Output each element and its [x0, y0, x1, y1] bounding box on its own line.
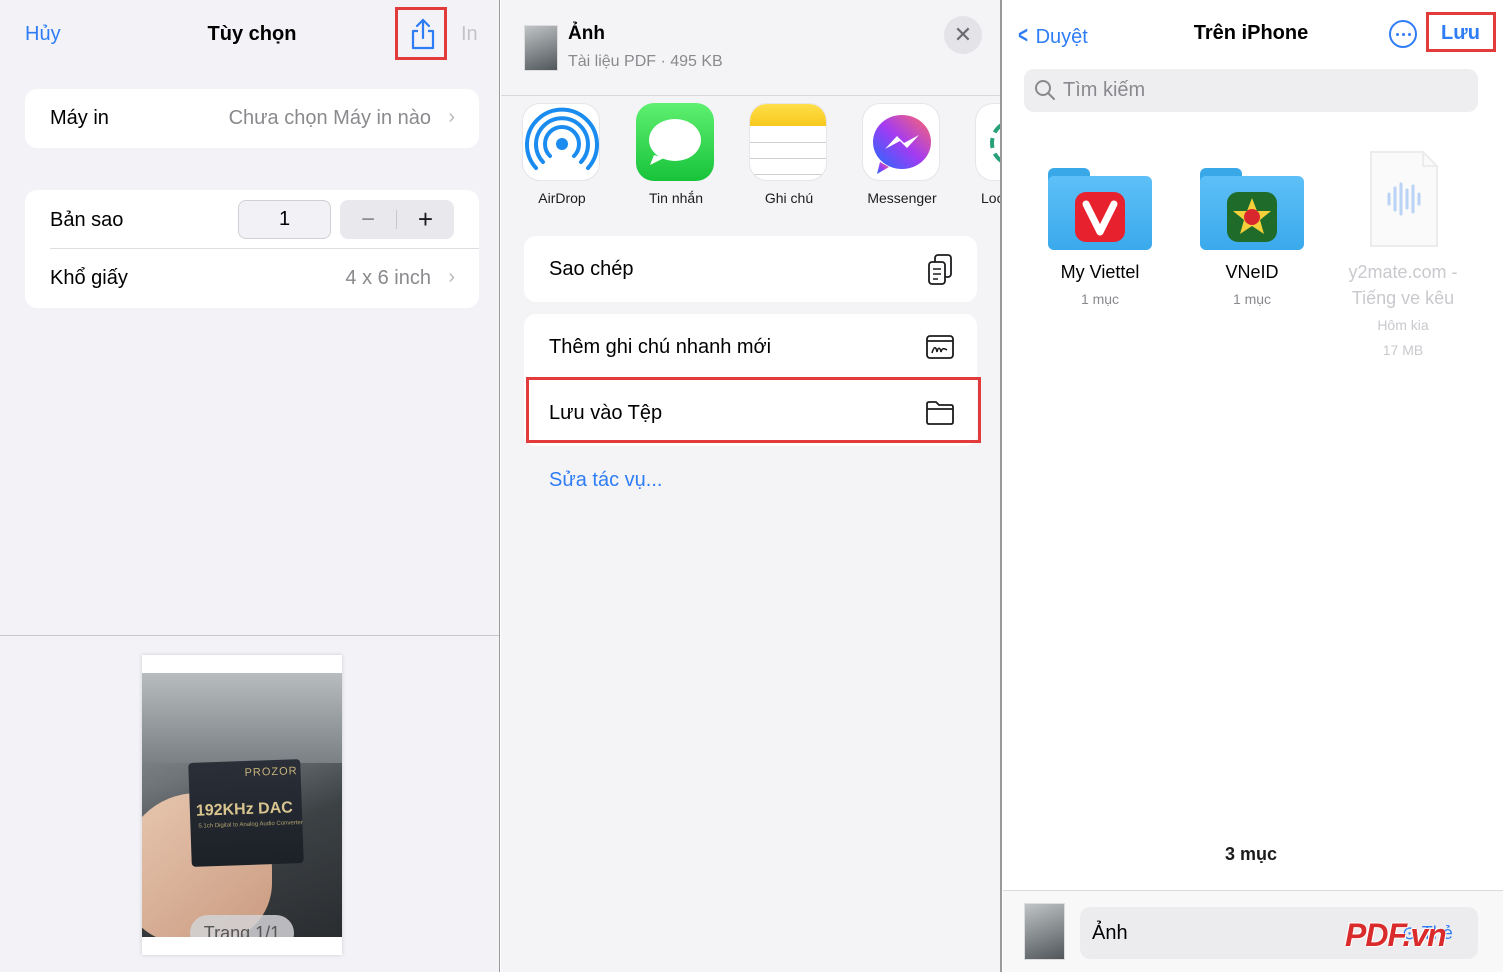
copies-field[interactable]: 1 [238, 200, 331, 239]
app-partial[interactable]: Loc [975, 103, 1000, 206]
search-input[interactable]: Tìm kiếm [1024, 69, 1478, 112]
save-button[interactable]: Lưu [1441, 22, 1480, 45]
divider [50, 248, 479, 249]
printer-row[interactable]: Máy in Chưa chọn Máy in nào › [25, 89, 479, 148]
item-count: 1 mục [1080, 291, 1120, 307]
app-notes[interactable]: Ghi chú [749, 103, 829, 206]
audio-file-item [1367, 148, 1441, 250]
paper-value[interactable]: 4 x 6 inch [345, 267, 431, 290]
photo-background [142, 673, 342, 763]
header-divider [501, 95, 1000, 96]
share-sheet-panel: Ảnh Tài liệu PDF · 495 KB ✕ AirDrop Tin … [501, 0, 1002, 972]
device-brand: PROZOR [244, 765, 298, 780]
edit-actions-link[interactable]: Sửa tác vụ... [549, 469, 662, 492]
notes-line [750, 174, 826, 175]
folder-icon [925, 400, 955, 430]
action-label[interactable]: Thêm ghi chú nhanh mới [549, 336, 771, 359]
printer-value: Chưa chọn Máy in nào [228, 107, 431, 129]
files-panel: < Duyệt Trên iPhone Lưu Tìm kiếm My Viet… [1003, 0, 1503, 972]
close-button[interactable]: ✕ [944, 16, 982, 54]
close-icon: ✕ [953, 22, 973, 47]
copies-stepper: − + [340, 200, 454, 239]
app-label: Tin nhắn [649, 190, 703, 206]
bottom-bar: Ảnh ⊙ Thẻ PDF.vn [1003, 890, 1503, 972]
chevron-right-icon: › [448, 106, 455, 128]
notes-line [750, 142, 826, 143]
item-date: Hôm kia [1377, 317, 1429, 333]
actions-group: Thêm ghi chú nhanh mới Lưu vào Tệp [524, 314, 977, 446]
document-thumbnail [524, 25, 558, 71]
app-label: AirDrop [538, 190, 586, 206]
page-title: Trên iPhone [1193, 22, 1309, 44]
quick-note-icon [925, 334, 955, 364]
filename-value: Ảnh [1092, 922, 1128, 944]
paper-label: Khổ giấy [50, 267, 128, 289]
vneid-app-icon [1227, 192, 1277, 242]
app-label: Messenger [867, 190, 937, 206]
print-button[interactable]: In [461, 23, 478, 46]
folder-vneid[interactable] [1200, 168, 1304, 250]
options-card: Bản sao 1 − + Khổ giấy 4 x 6 inch › [25, 190, 479, 308]
app-label: Ghi chú [764, 190, 814, 206]
copies-label: Bản sao [50, 209, 124, 231]
folder-my-viettel[interactable] [1048, 168, 1152, 250]
dot [1402, 33, 1405, 36]
search-placeholder: Tìm kiếm [1063, 79, 1146, 101]
dot [1396, 33, 1399, 36]
item-name-line2: Tiếng ve kêu [1351, 288, 1455, 308]
notes-line [750, 158, 826, 159]
notes-icon [749, 103, 827, 181]
photo-device: PROZOR 192KHz DAC 5.1ch Digital to Analo… [188, 759, 304, 867]
printer-label: Máy in [50, 107, 109, 129]
print-options-panel: Hủy Tùy chọn In Máy in Chưa chọn Máy in … [0, 0, 500, 972]
item-name: y2mate.com - [1348, 262, 1458, 282]
device-name: 192KHz DAC [195, 799, 294, 820]
app-messages[interactable]: Tin nhắn [636, 103, 716, 206]
item-name: VNeID [1225, 262, 1279, 282]
page-indicator: Trang 1/1 [190, 915, 294, 937]
sheet-subtitle: Tài liệu PDF · 495 KB [568, 53, 723, 70]
copy-icon [925, 253, 955, 285]
messenger-icon [862, 103, 940, 181]
search-icon [1034, 79, 1056, 101]
app-airdrop[interactable]: AirDrop [522, 103, 602, 206]
action-label[interactable]: Lưu vào Tệp [549, 402, 662, 425]
app-partial-icon [975, 103, 1000, 181]
watermark: PDF.vn [1345, 917, 1447, 953]
item-size: 17 MB [1382, 342, 1424, 358]
item-name: My Viettel [1060, 262, 1140, 282]
page-preview[interactable]: PROZOR 192KHz DAC 5.1ch Digital to Analo… [142, 655, 342, 955]
chevron-right-icon: › [448, 266, 455, 288]
notes-header [750, 104, 826, 126]
sheet-title: Ảnh [568, 23, 605, 44]
file-thumbnail [1024, 903, 1065, 960]
divider [549, 379, 977, 380]
share-icon[interactable] [408, 17, 438, 51]
app-messenger[interactable]: Messenger [862, 103, 942, 206]
action-copy[interactable]: Sao chép [524, 236, 977, 302]
item-count-summary: 3 mục [1224, 844, 1278, 864]
plus-button[interactable]: + [397, 200, 454, 239]
app-label: Loc [981, 190, 1000, 206]
action-label: Sao chép [549, 258, 634, 280]
more-icon[interactable] [1389, 20, 1417, 48]
messages-icon [636, 103, 714, 181]
device-subtitle: 5.1ch Digital to Analog Audio Converter [198, 820, 303, 830]
item-count: 1 mục [1232, 291, 1272, 307]
photo-image: PROZOR 192KHz DAC 5.1ch Digital to Analo… [142, 673, 342, 937]
viettel-app-icon [1075, 192, 1125, 242]
airdrop-icon [522, 103, 600, 181]
dot [1408, 33, 1411, 36]
minus-button[interactable]: − [340, 200, 396, 239]
